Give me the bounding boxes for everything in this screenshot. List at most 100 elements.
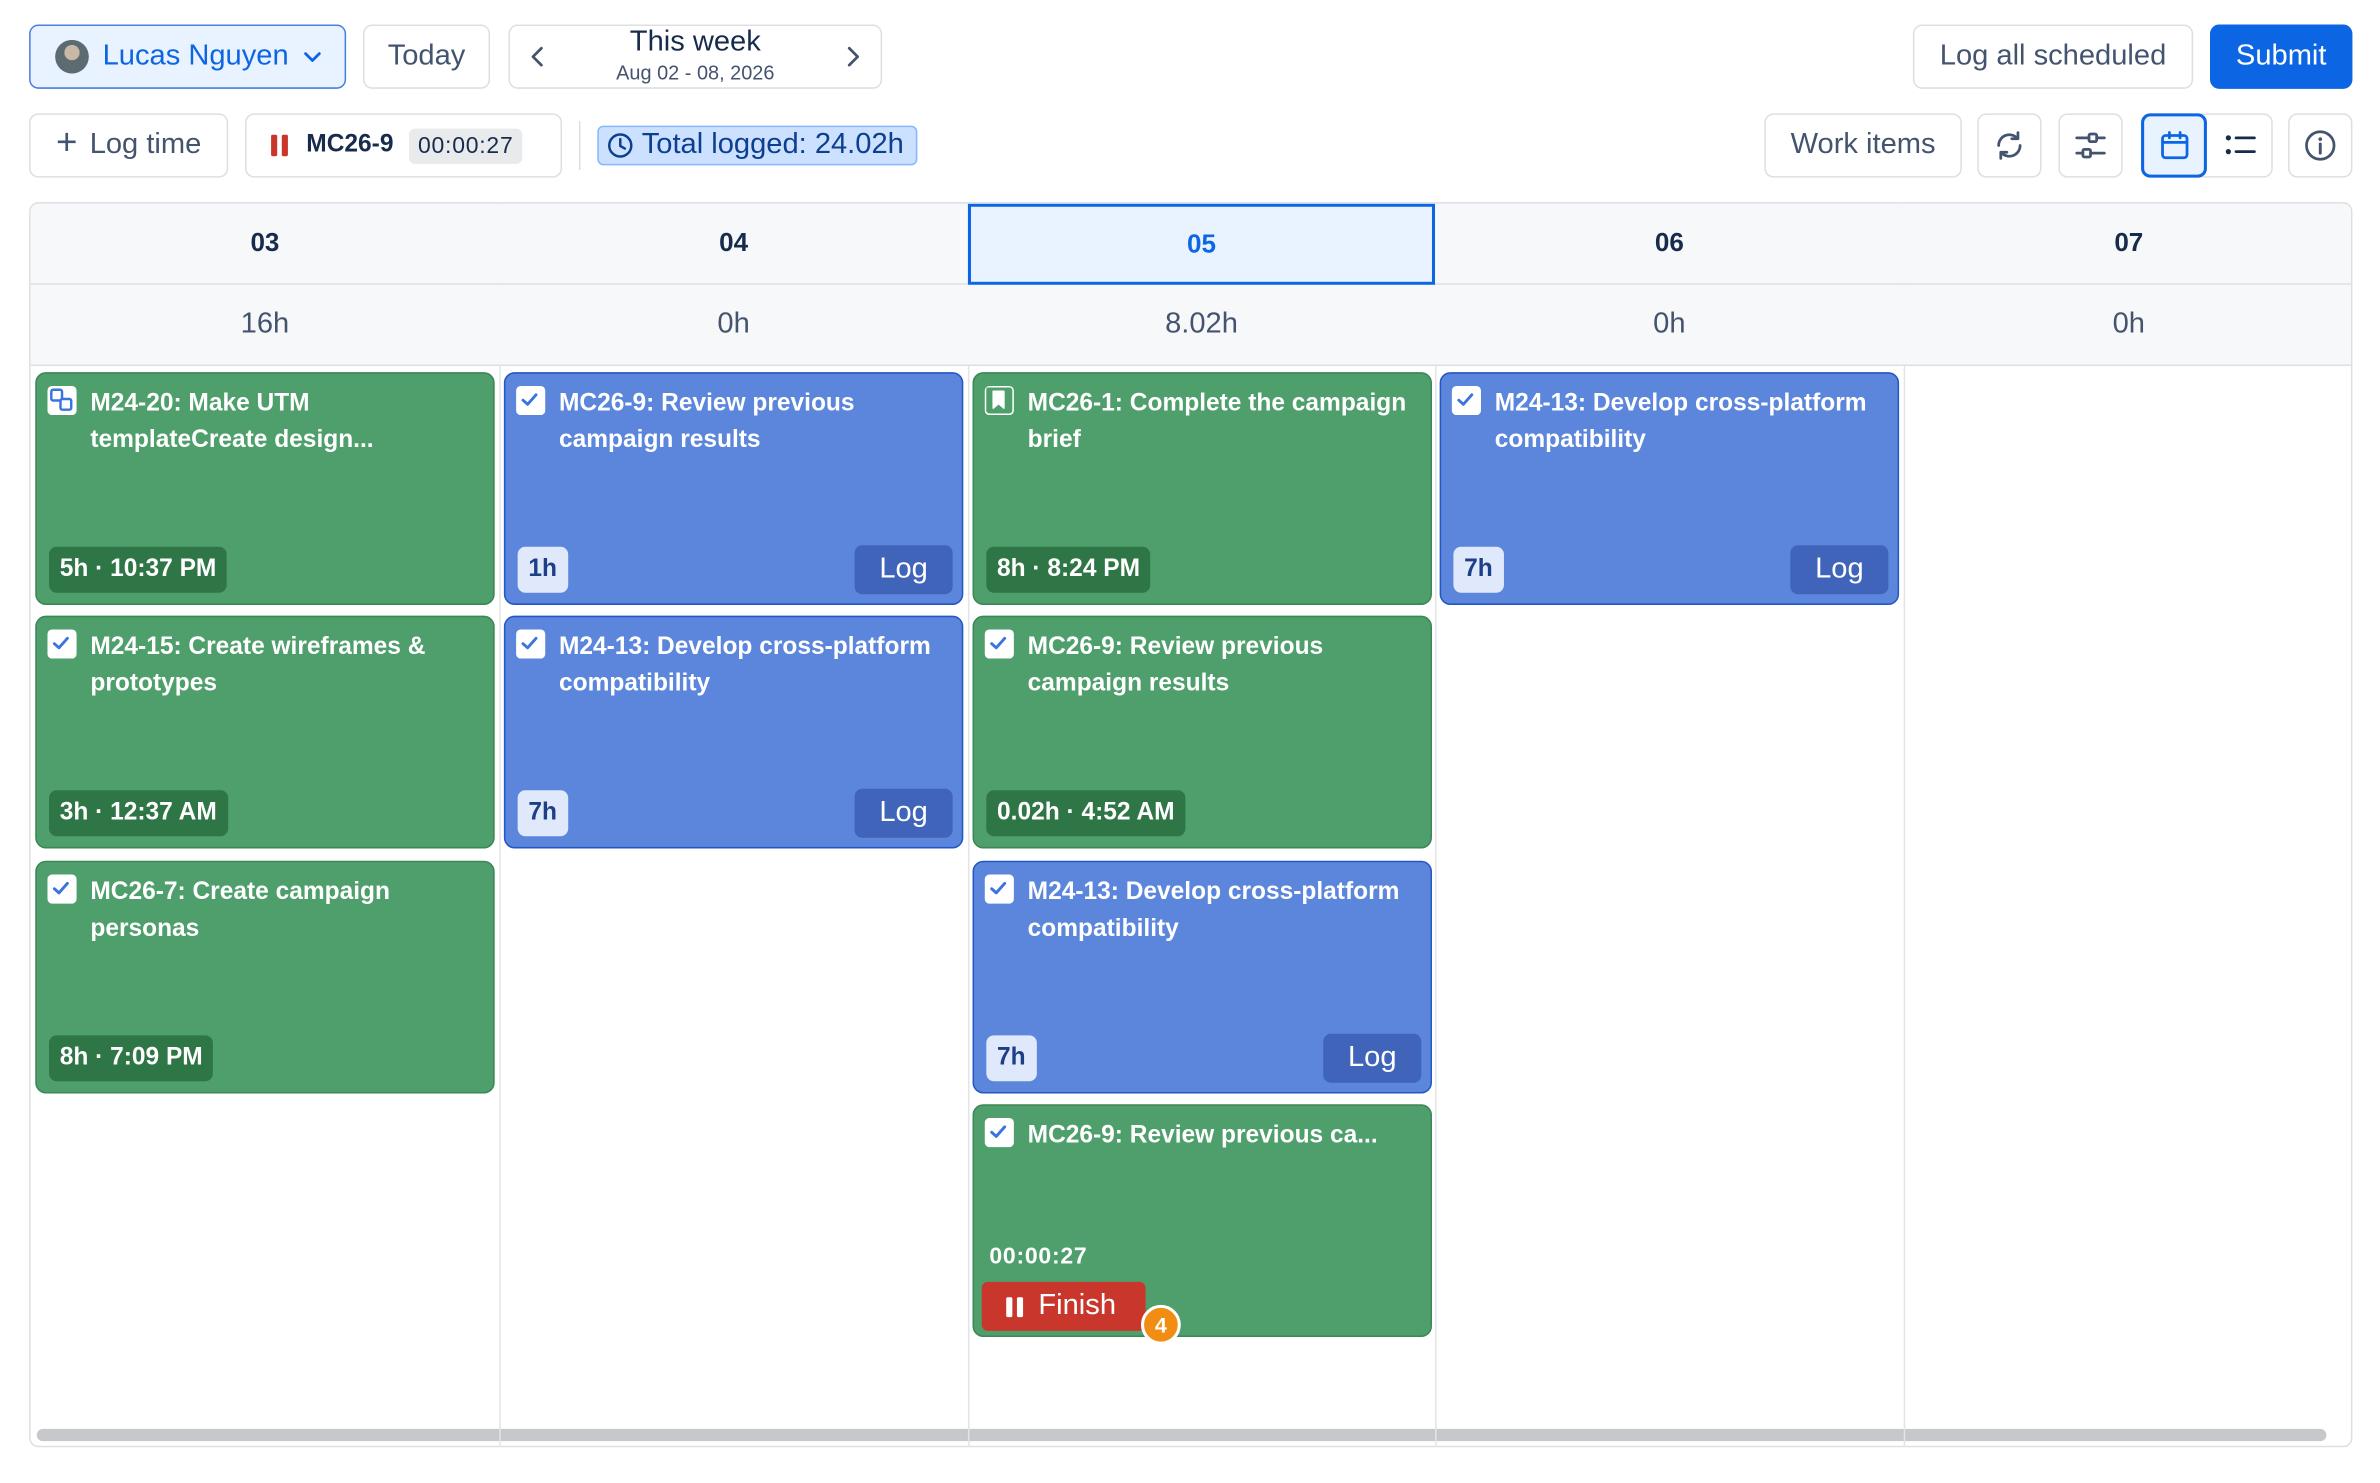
entry-duration: 8h · 8:24 PM	[986, 546, 1151, 593]
entry-duration: 5h · 10:37 PM	[49, 546, 228, 593]
task-checkbox-icon	[47, 629, 77, 659]
time-entry-card[interactable]: M24-13: Develop cross-platform compatibi…	[1439, 372, 1900, 605]
week-range: Aug 02 - 08, 2026	[616, 61, 775, 85]
view-toggle-group	[2141, 113, 2273, 178]
day-header[interactable]: 03	[30, 203, 500, 285]
time-entry-card[interactable]: M24-13: Develop cross-platform compatibi…	[972, 860, 1432, 1094]
day-header[interactable]: 07	[1903, 203, 2351, 285]
day-total-hours: 8.02h	[967, 284, 1436, 367]
entry-title: M24-13: Develop cross-platform compatibi…	[559, 634, 931, 697]
task-checkbox-icon	[516, 385, 546, 416]
entry-duration: 1h	[517, 546, 568, 593]
log-all-scheduled-button[interactable]: Log all scheduled	[1912, 24, 2194, 89]
finish-button[interactable]: Finish	[981, 1281, 1146, 1331]
day-total-hours: 0h	[499, 284, 968, 367]
horizontal-scrollbar[interactable]	[36, 1428, 2327, 1442]
day-total-hours: 0h	[1903, 284, 2351, 367]
time-entry-card[interactable]: MC26-1: Complete the campaign brief 8h · …	[972, 372, 1432, 605]
entry-title: MC26-9: Review previous ca...	[1027, 1122, 1378, 1149]
user-name: Lucas Nguyen	[102, 39, 289, 72]
task-checkbox-icon	[47, 874, 77, 904]
active-timer-time: 00:00:27	[408, 127, 523, 164]
entry-duration: 7h	[1453, 546, 1504, 593]
day-total-hours: 0h	[1435, 284, 1904, 367]
story-bookmark-icon	[984, 385, 1014, 416]
subtask-icon	[47, 385, 77, 416]
log-button[interactable]: Log	[854, 545, 953, 595]
day-header[interactable]: 06	[1435, 203, 1904, 285]
entry-title: M24-15: Create wireframes & prototypes	[90, 634, 426, 697]
plus-icon: +	[55, 121, 78, 164]
column-divider	[967, 203, 970, 1446]
week-calendar-grid: 03 16h 04 0h 05 8.02h 06 0h 07 0h M24-20: Make UTM…	[29, 202, 2353, 1448]
entry-title: M24-13: Develop cross-platform compatibi…	[1494, 390, 1867, 454]
time-entry-card[interactable]: M24-13: Develop cross-platform compatibi…	[503, 615, 964, 849]
entry-duration: 3h · 12:37 AM	[49, 790, 228, 837]
submit-button[interactable]: Submit	[2209, 24, 2353, 89]
today-button[interactable]: Today	[362, 24, 491, 89]
finish-label: Finish	[1038, 1289, 1117, 1322]
total-logged-text: Total logged: 24.02h	[641, 128, 904, 161]
info-button[interactable]	[2288, 113, 2353, 178]
time-entry-card[interactable]: MC26-9: Review previous campaign results…	[503, 372, 964, 605]
total-logged-badge: Total logged: 24.02h	[597, 125, 918, 166]
clock-icon	[608, 133, 633, 158]
entry-duration: 7h	[517, 790, 568, 837]
time-entry-card[interactable]: MC26-9: Review previous ca... 00:00:27 Fin…	[972, 1104, 1432, 1345]
log-time-label: Log time	[89, 128, 202, 161]
task-checkbox-icon	[1451, 385, 1481, 416]
time-entry-card[interactable]: MC26-7: Create campaign personas 8h · 7:0…	[35, 860, 495, 1094]
entry-title: MC26-9: Review previous campaign results	[1027, 634, 1324, 697]
week-title: This week	[629, 26, 761, 59]
time-entry-card[interactable]: M24-20: Make UTM templateCreate design..…	[35, 372, 495, 605]
entry-title: MC26-1: Complete the campaign brief	[1027, 390, 1407, 454]
chevron-right-icon[interactable]	[844, 44, 862, 69]
log-time-button[interactable]: + Log time	[29, 113, 229, 178]
calendar-view-button[interactable]	[2141, 113, 2207, 178]
log-button[interactable]: Log	[1323, 1033, 1422, 1083]
week-label[interactable]: This week Aug 02 - 08, 2026	[616, 26, 775, 85]
entry-title: M24-20: Make UTM templateCreate design..…	[90, 390, 374, 454]
user-selector-button[interactable]: Lucas Nguyen	[29, 24, 347, 89]
week-navigator: This week Aug 02 - 08, 2026	[508, 24, 883, 89]
pause-icon	[1006, 1296, 1024, 1317]
user-avatar	[55, 39, 89, 74]
time-entry-card[interactable]: M24-15: Create wireframes & prototypes 3h…	[35, 615, 495, 849]
calendar-icon	[2160, 131, 2188, 160]
entry-duration: 0.02h · 4:52 AM	[986, 790, 1186, 837]
entry-duration: 7h	[986, 1035, 1037, 1082]
notification-badge: 4	[1140, 1304, 1181, 1345]
entry-timer: 00:00:27	[989, 1243, 1088, 1270]
pause-icon	[271, 134, 288, 157]
active-timer-key: MC26-9	[306, 131, 394, 158]
filter-settings-button[interactable]	[2058, 113, 2123, 178]
chevron-left-icon[interactable]	[528, 44, 546, 69]
task-checkbox-icon	[984, 874, 1014, 904]
info-icon	[2305, 130, 2336, 161]
log-button[interactable]: Log	[1790, 545, 1889, 595]
task-checkbox-icon	[984, 1118, 1014, 1148]
log-button[interactable]: Log	[854, 788, 953, 838]
entry-title: MC26-7: Create campaign personas	[90, 879, 390, 942]
list-icon	[2225, 135, 2256, 155]
refresh-button[interactable]	[1977, 113, 2042, 178]
column-divider	[1435, 203, 1437, 1446]
entry-title: MC26-9: Review previous campaign results	[559, 390, 855, 454]
day-header[interactable]: 05	[967, 203, 1436, 285]
column-divider	[1903, 203, 1906, 1446]
refresh-icon	[1997, 131, 2022, 160]
list-view-button[interactable]	[2208, 115, 2271, 176]
chevron-down-icon	[304, 52, 322, 62]
task-checkbox-icon	[516, 629, 546, 659]
day-total-hours: 16h	[30, 284, 500, 367]
day-header[interactable]: 04	[499, 203, 968, 285]
column-divider	[499, 203, 501, 1446]
sliders-icon	[2075, 132, 2106, 159]
entry-duration: 8h · 7:09 PM	[49, 1035, 214, 1082]
time-entry-card[interactable]: MC26-9: Review previous campaign results…	[972, 615, 1432, 849]
toolbar-divider	[578, 120, 581, 170]
active-timer-button[interactable]: MC26-9 00:00:27	[245, 113, 563, 178]
entry-title: M24-13: Develop cross-platform compatibi…	[1027, 879, 1400, 942]
task-checkbox-icon	[984, 629, 1014, 659]
work-items-button[interactable]: Work items	[1764, 113, 1962, 178]
